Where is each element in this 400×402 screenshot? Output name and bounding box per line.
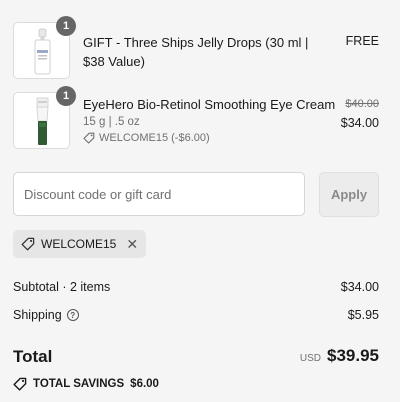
remove-discount-icon[interactable]: ✕	[126, 236, 138, 253]
savings-value: $6.00	[130, 378, 159, 390]
total-row: Total USD $39.95	[13, 346, 379, 370]
shipping-label-group: Shipping ?	[13, 308, 79, 322]
total-savings-row: TOTAL SAVINGS $6.00	[13, 377, 159, 391]
item-variant: 15 g | .5 oz	[83, 116, 140, 128]
product-thumbnail: 1	[13, 86, 76, 149]
subtotal-value: $34.00	[340, 280, 379, 294]
item-discount-label: WELCOME15 (-$6.00)	[99, 132, 210, 144]
item-discount: WELCOME15 (-$6.00)	[83, 132, 210, 144]
original-price: $40.00	[345, 98, 379, 110]
total-label: Total	[13, 347, 53, 366]
item-title: GIFT - Three Ships Jelly Drops (30 ml | …	[83, 35, 309, 69]
apply-button[interactable]: Apply	[319, 172, 379, 217]
savings-label: TOTAL SAVINGS	[33, 378, 125, 390]
discount-code-input[interactable]	[13, 172, 305, 216]
shipping-value: $5.95	[347, 308, 379, 322]
line-item: 1 EyeHero Bio-Retinol Smoothing Eye Crea…	[13, 86, 379, 152]
subtotal-label: Subtotal · 2 items	[13, 280, 111, 294]
line-item: 1 GIFT - Three Ships Jelly Drops (30 ml …	[13, 16, 379, 80]
item-price: FREE	[345, 34, 379, 48]
applied-discount-chip: WELCOME15 ✕	[13, 230, 147, 258]
tag-icon	[13, 377, 27, 391]
tag-icon	[83, 132, 95, 144]
item-price: $34.00	[340, 116, 379, 130]
shipping-label: Shipping	[13, 308, 62, 322]
discount-form: Apply	[13, 172, 379, 217]
item-title: EyeHero Bio-Retinol Smoothing Eye Cream	[83, 97, 336, 112]
total-value: $39.95	[327, 346, 379, 365]
tag-icon	[21, 237, 35, 251]
quantity-badge: 1	[56, 16, 76, 36]
total-amount-group: USD $39.95	[300, 346, 379, 366]
info-icon[interactable]: ?	[66, 309, 79, 321]
quantity-badge: 1	[56, 86, 76, 106]
applied-discount-code: WELCOME15	[41, 237, 117, 251]
currency-code: USD	[299, 353, 321, 364]
product-thumbnail: 1	[13, 16, 76, 79]
